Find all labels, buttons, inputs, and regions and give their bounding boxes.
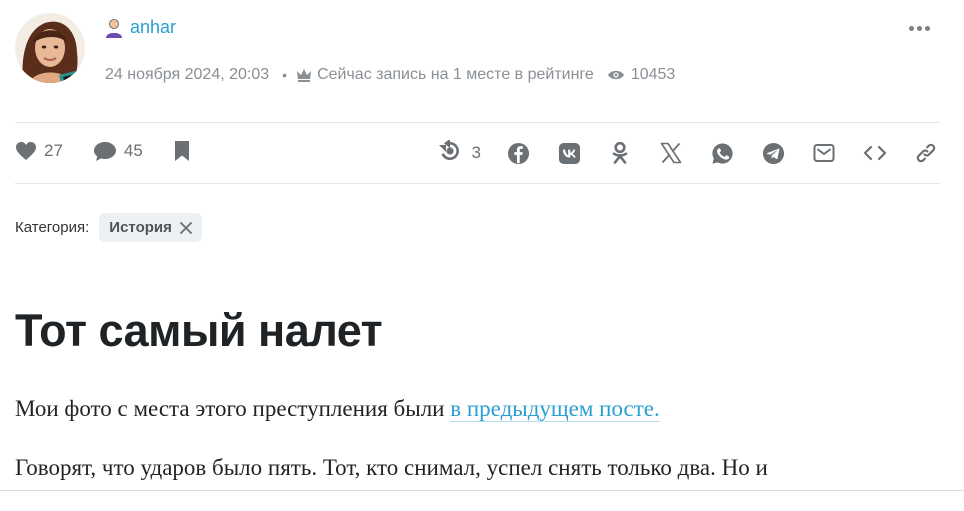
bookmark-icon — [173, 140, 191, 162]
more-dots-icon[interactable] — [905, 22, 934, 35]
category-label: Категория: — [15, 219, 90, 236]
eye-icon — [607, 69, 625, 81]
telegram-share-icon[interactable] — [759, 140, 787, 166]
meta-separator: • — [282, 67, 288, 83]
category-tag-label[interactable]: История — [109, 219, 172, 236]
previous-post-link[interactable]: в предыдущем посте. — [450, 396, 660, 422]
close-icon[interactable] — [179, 221, 192, 234]
heart-icon — [15, 141, 37, 161]
x-share-icon[interactable] — [657, 140, 685, 166]
post-paragraph-1: Мои фото с места этого преступления были… — [15, 396, 660, 422]
whatsapp-share-icon[interactable] — [708, 140, 736, 166]
comments-count: 45 — [123, 141, 143, 160]
facebook-share-icon[interactable] — [504, 140, 532, 166]
post-meta: 24 ноября 2024, 20:03 • Сейчас запись на… — [105, 66, 675, 84]
rating-text[interactable]: Сейчас запись на 1 месте в рейтинге — [317, 66, 594, 84]
crown-icon — [296, 68, 312, 82]
repost-icon — [438, 138, 462, 167]
category-tag[interactable]: История — [99, 213, 202, 242]
paragraph-1-text: Мои фото с места этого преступления были — [15, 396, 451, 421]
comments-button[interactable]: 45 — [93, 141, 143, 162]
comment-icon — [93, 141, 117, 162]
bookmark-button[interactable] — [173, 140, 191, 162]
post-actions: 27 45 — [15, 140, 221, 162]
likes-count: 27 — [44, 141, 63, 160]
bottom-bar — [0, 491, 964, 511]
vk-share-icon[interactable] — [555, 140, 583, 166]
divider-top — [15, 122, 940, 123]
category-row: Категория: История — [15, 213, 202, 242]
author-line: anhar — [104, 17, 176, 38]
repost-button[interactable]: 3 — [438, 138, 481, 167]
share-bar: 3 — [438, 138, 940, 167]
views-count: 10453 — [630, 66, 676, 83]
odnoklassniki-share-icon[interactable] — [606, 140, 634, 166]
post-paragraph-2: Говорят, что ударов было пять. Тот, кто … — [15, 455, 768, 480]
author-name-link[interactable]: anhar — [130, 17, 176, 38]
like-button[interactable]: 27 — [15, 141, 63, 161]
user-silhouette-icon — [104, 18, 124, 38]
post-date: 24 ноября 2024, 20:03 — [105, 66, 270, 83]
author-avatar[interactable] — [15, 13, 85, 83]
divider-bottom — [15, 183, 940, 184]
copy-link-icon[interactable] — [912, 140, 940, 166]
post-title: Тот самый налет — [15, 305, 383, 356]
reposts-count: 3 — [471, 143, 481, 162]
embed-code-icon[interactable] — [861, 140, 889, 166]
email-share-icon[interactable] — [810, 140, 838, 166]
